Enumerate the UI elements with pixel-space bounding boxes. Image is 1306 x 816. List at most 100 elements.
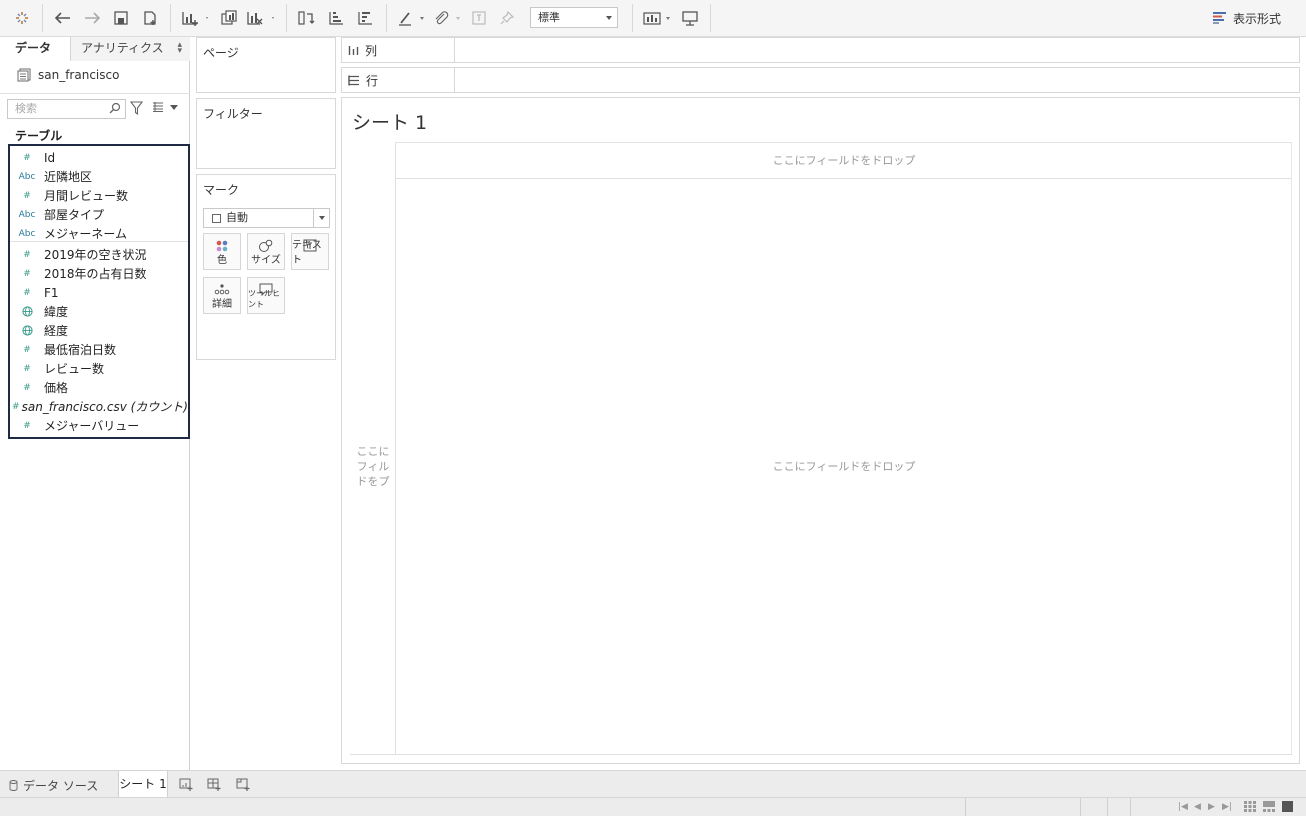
columns-shelf[interactable]: 列 — [341, 37, 1300, 63]
detail-button[interactable]: 詳細 — [203, 277, 241, 314]
highlight-icon[interactable] — [397, 7, 427, 29]
first-sheet-icon[interactable]: |◀ — [1178, 802, 1188, 812]
fix-axes-icon[interactable] — [498, 7, 516, 29]
field-item[interactable]: Abc 部屋タイプ — [10, 205, 188, 224]
toolbar: 標準 表示形式 — [0, 0, 1306, 37]
field-label: Id — [44, 150, 56, 165]
view-options-button[interactable] — [152, 102, 178, 112]
sheet-title[interactable]: シート 1 — [352, 108, 427, 135]
show-hide-cards-icon[interactable] — [642, 7, 674, 29]
field-label: 緯度 — [44, 305, 69, 319]
fit-size-select[interactable]: 標準 — [530, 7, 618, 28]
color-dots-icon — [204, 239, 240, 253]
swap-rows-columns-icon[interactable] — [296, 7, 316, 29]
field-item[interactable]: # san_francisco.csv (カウント) — [10, 397, 188, 416]
new-worksheet-tab-icon[interactable] — [179, 778, 193, 794]
tab-data-source-label: データ ソース — [23, 779, 99, 793]
globe-icon — [10, 306, 44, 317]
number-type-icon: # — [23, 190, 31, 201]
number-type-icon: # — [23, 249, 31, 260]
sort-descending-icon[interactable] — [355, 7, 375, 29]
tableau-logo-icon[interactable] — [12, 7, 32, 29]
field-item[interactable]: # F1 — [10, 283, 188, 302]
sorter-view-icon[interactable] — [1244, 801, 1256, 815]
drop-zone-columns[interactable]: ここにフィールドをドロップ — [396, 142, 1292, 179]
mark-type-value: 自動 — [226, 211, 248, 224]
field-item[interactable]: # レビュー数 — [10, 359, 188, 378]
field-item[interactable]: #2019年の空き状況 — [10, 245, 188, 264]
undo-icon[interactable] — [53, 7, 73, 29]
tabs-view-icon[interactable] — [1282, 801, 1293, 815]
status-bar: |◀ ◀ ▶ ▶| — [0, 797, 1306, 816]
field-item[interactable]: # 最低宿泊日数 — [10, 340, 188, 359]
field-label: 部屋タイプ — [44, 208, 105, 222]
fit-size-value: 標準 — [538, 11, 560, 24]
marks-title: マーク — [203, 183, 240, 197]
field-label: 月間レビュー数 — [44, 189, 129, 203]
duplicate-sheet-icon[interactable] — [219, 7, 239, 29]
redo-icon[interactable] — [82, 7, 102, 29]
show-me-button[interactable]: 表示形式 — [1213, 9, 1281, 27]
field-label: 2019年の空き状況 — [44, 248, 147, 262]
database-icon — [9, 780, 18, 791]
mark-type-select[interactable]: 自動 — [203, 208, 330, 228]
updown-arrows-icon: ▴ ▾ — [177, 40, 182, 56]
drop-zone-main[interactable]: ここにフィールドをドロップ — [396, 458, 1292, 474]
field-item[interactable]: # メジャーバリュー — [10, 416, 188, 435]
filter-icon[interactable] — [129, 101, 144, 118]
drop-left-line: フィル — [356, 460, 390, 473]
tab-analytics[interactable]: アナリティクス ▴ ▾ — [71, 37, 190, 61]
string-type-icon: Abc — [18, 228, 36, 239]
sort-ascending-icon[interactable] — [326, 7, 346, 29]
new-story-tab-icon[interactable] — [236, 778, 250, 794]
next-sheet-icon[interactable]: ▶ — [1208, 802, 1215, 812]
prev-sheet-icon[interactable]: ◀ — [1194, 802, 1201, 812]
field-label: san_francisco.csv (カウント) — [21, 400, 188, 414]
filmstrip-view-icon[interactable] — [1263, 801, 1275, 815]
new-datasource-icon[interactable] — [140, 7, 160, 29]
columns-text: 列 — [365, 43, 378, 58]
size-button[interactable]: サイズ — [247, 233, 285, 270]
tooltip-button[interactable]: ツールヒント — [247, 277, 285, 314]
text-button[interactable]: テキスト — [291, 233, 329, 270]
field-item[interactable]: Abc 近隣地区 — [10, 167, 188, 186]
clear-sheet-icon[interactable] — [246, 7, 276, 29]
field-item[interactable]: # 月間レビュー数 — [10, 186, 188, 205]
search-icon — [109, 102, 121, 114]
new-dashboard-tab-icon[interactable] — [207, 778, 221, 794]
field-item[interactable]: #2018年の占有日数 — [10, 264, 188, 283]
number-type-icon: # — [23, 344, 31, 355]
columns-label: 列 — [342, 38, 455, 62]
save-icon[interactable] — [112, 7, 130, 29]
color-button[interactable]: 色 — [203, 233, 241, 270]
field-item[interactable]: # 価格 — [10, 378, 188, 397]
tab-sheet-1[interactable]: シート 1 — [118, 771, 168, 797]
field-item[interactable]: Abc メジャーネーム — [10, 224, 188, 243]
worksheet-view: シート 1 ここにフィールドをドロップ ここに フィル ドをプ ここにフィールド… — [341, 97, 1300, 764]
field-label: 2018年の占有日数 — [44, 267, 147, 281]
filters-shelf[interactable]: フィルター — [196, 98, 336, 169]
group-members-icon[interactable] — [433, 7, 463, 29]
number-type-icon: # — [23, 420, 31, 431]
number-type-icon: # — [23, 287, 31, 298]
color-label: 色 — [217, 255, 227, 266]
tab-data[interactable]: データ — [0, 37, 71, 61]
presentation-mode-icon[interactable] — [680, 7, 700, 29]
field-item[interactable]: # Id — [10, 148, 188, 167]
field-item[interactable]: 経度 — [10, 321, 188, 340]
last-sheet-icon[interactable]: ▶| — [1222, 802, 1232, 812]
search-input[interactable]: 検索 — [7, 99, 126, 119]
chevron-down-icon — [170, 104, 178, 110]
size-icon — [248, 239, 284, 253]
pages-shelf[interactable]: ページ — [196, 37, 336, 93]
datasource-icon — [17, 68, 31, 82]
tab-data-source[interactable]: データ ソース — [9, 777, 98, 794]
new-worksheet-icon[interactable] — [180, 7, 210, 29]
field-item[interactable]: 緯度 — [10, 302, 188, 321]
datasource-item[interactable]: san_francisco — [17, 67, 119, 83]
rows-shelf[interactable]: 行 — [341, 67, 1300, 93]
rows-label: 行 — [342, 68, 455, 92]
number-type-icon: # — [23, 363, 31, 374]
show-mark-labels-icon[interactable] — [470, 7, 488, 29]
field-label: 価格 — [44, 381, 69, 395]
